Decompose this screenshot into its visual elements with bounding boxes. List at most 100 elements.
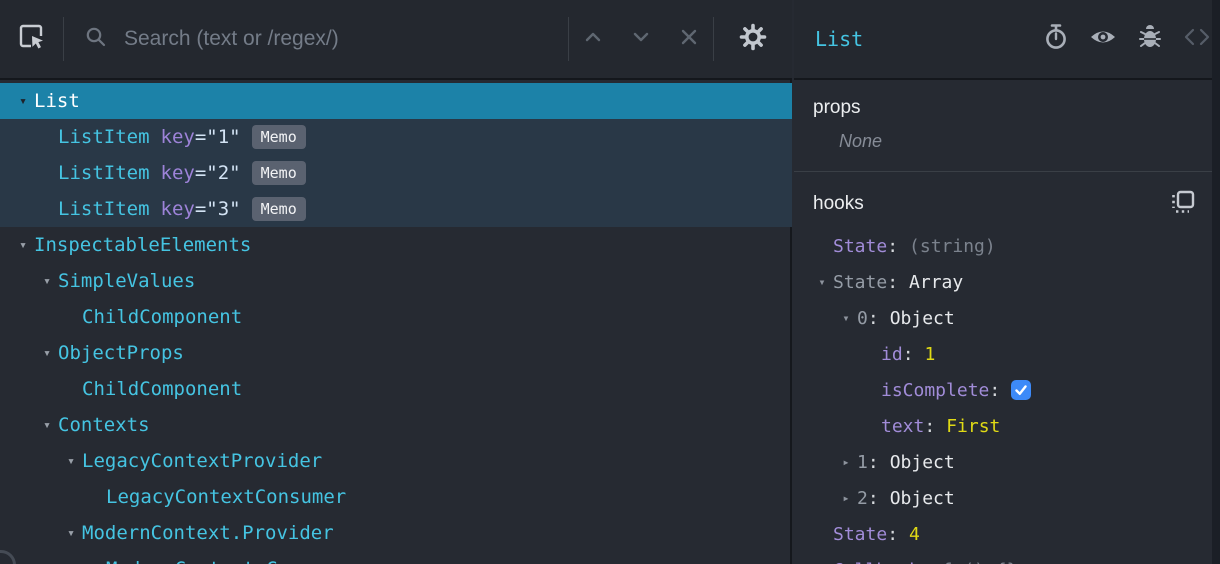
load-hook-names-button[interactable] — [1166, 187, 1200, 221]
caret-down-icon[interactable]: ▾ — [794, 275, 833, 289]
caret-right-icon[interactable]: ▸ — [818, 455, 857, 469]
tree-row-simplevalues[interactable]: ▾ SimpleValues — [0, 263, 792, 299]
tree-row-listitem[interactable]: ▾ ListItem key="2" Memo — [0, 155, 792, 191]
search-input[interactable] — [122, 26, 482, 52]
key-attribute-name: key — [160, 126, 195, 148]
caret-down-icon[interactable]: ▾ — [0, 238, 34, 253]
hook-name: State — [833, 235, 888, 257]
key-attribute-value: ="2" — [194, 162, 241, 184]
memo-badge: Memo — [251, 197, 306, 221]
bug-icon — [1136, 23, 1164, 56]
hook-row-item-0[interactable]: ▾ 0: Object — [794, 300, 1212, 336]
close-icon — [678, 26, 700, 53]
tree-row-moderncontextconsumer[interactable]: ▾ ModernContext.Consumer — [0, 551, 792, 564]
components-tree-pane: ▾ List ▾ ListItem key="1" Memo ▾ ListIte… — [0, 0, 792, 564]
tree-row-legacycontextprovider[interactable]: ▾ LegacyContextProvider — [0, 443, 792, 479]
hook-row-item-1[interactable]: ▸ 1: Object — [794, 444, 1212, 480]
search-box — [64, 0, 568, 79]
debug-button[interactable] — [1126, 0, 1173, 79]
props-section: props None — [794, 82, 1212, 172]
search-icon — [84, 25, 108, 54]
key-attribute-name: key — [160, 162, 195, 184]
tree-row-list[interactable]: ▾ List — [0, 83, 792, 119]
settings-button[interactable] — [714, 0, 792, 79]
caret-down-icon[interactable]: ▾ — [24, 346, 58, 361]
parse-hooks-icon — [1170, 189, 1196, 220]
profiler-button[interactable] — [1032, 0, 1079, 79]
hook-row-id[interactable]: ▾ id: 1 — [794, 336, 1212, 372]
component-name: ModernContext.Consumer — [106, 558, 358, 564]
caret-down-icon[interactable]: ▾ — [0, 94, 34, 109]
hook-name: State — [833, 523, 888, 545]
stopwatch-icon — [1042, 23, 1070, 56]
hook-value: Object — [889, 487, 955, 509]
caret-right-icon[interactable]: ▸ — [818, 491, 857, 505]
chevron-up-icon — [582, 26, 604, 53]
tree-row-moderncontextprovider[interactable]: ▾ ModernContext.Provider — [0, 515, 792, 551]
tree-row-listitem[interactable]: ▾ ListItem key="3" Memo — [0, 191, 792, 227]
hook-value: First — [946, 415, 1001, 437]
caret-down-icon[interactable]: ▾ — [818, 311, 857, 325]
right-pane-scrollbar[interactable] — [1212, 0, 1220, 564]
hook-row-state-string[interactable]: ▾ State: (string) — [794, 228, 1212, 264]
tree-row-childcomponent[interactable]: ▾ ChildComponent — [0, 371, 792, 407]
code-brackets-icon — [1182, 24, 1212, 55]
tree-row-listitem[interactable]: ▾ ListItem key="1" Memo — [0, 119, 792, 155]
inspect-dom-button[interactable] — [1079, 0, 1126, 79]
tree-row-contexts[interactable]: ▾ Contexts — [0, 407, 792, 443]
component-name: InspectableElements — [34, 234, 252, 256]
component-name: List — [34, 90, 80, 112]
caret-down-icon[interactable]: ▾ — [24, 418, 58, 433]
hooks-section-title: hooks — [813, 193, 864, 214]
component-name: SimpleValues — [58, 270, 196, 292]
hook-value: Array — [909, 271, 964, 293]
key-attribute-value: ="3" — [194, 198, 241, 220]
tree-row-childcomponent[interactable]: ▾ ChildComponent — [0, 299, 792, 335]
tree-row-legacycontextconsumer[interactable]: ▾ LegacyContextConsumer — [0, 479, 792, 515]
component-name: ChildComponent — [82, 306, 243, 328]
inspect-element-button[interactable] — [0, 0, 63, 79]
previous-result-button[interactable] — [569, 0, 617, 79]
component-tree: ▾ List ▾ ListItem key="1" Memo ▾ ListIte… — [0, 82, 792, 564]
hook-row-callback[interactable]: ▾ Callback: ƒ () {} — [794, 552, 1212, 564]
inspect-cursor-icon — [17, 22, 47, 57]
caret-down-icon[interactable]: ▾ — [48, 526, 82, 541]
hook-name: 1 — [857, 451, 868, 473]
hook-name: State — [833, 271, 888, 293]
key-attribute-name: key — [160, 198, 195, 220]
gear-icon — [738, 22, 768, 57]
iscomplete-checkbox[interactable] — [1011, 380, 1032, 400]
caret-down-icon[interactable]: ▾ — [48, 454, 82, 469]
hook-row-text[interactable]: ▾ text: First — [794, 408, 1212, 444]
selected-component-name: List — [815, 27, 864, 51]
clear-search-button[interactable] — [665, 0, 713, 79]
component-name: ObjectProps — [58, 342, 184, 364]
component-name: LegacyContextProvider — [82, 450, 323, 472]
hook-name: isComplete — [881, 379, 990, 401]
hooks-tree: ▾ State: (string) ▾ State: Array ▾ 0: Ob… — [794, 228, 1212, 564]
hook-value: Object — [889, 451, 955, 473]
component-name: ModernContext.Provider — [82, 522, 334, 544]
hook-value: 1 — [924, 343, 936, 365]
hook-name: Callback — [833, 560, 920, 564]
hook-row-state-number[interactable]: ▾ State: 4 — [794, 516, 1212, 552]
hook-row-iscomplete[interactable]: ▾ isComplete: — [794, 372, 1212, 408]
props-empty-value: None — [839, 131, 883, 151]
hook-value: Object — [889, 307, 955, 329]
tree-row-objectprops[interactable]: ▾ ObjectProps — [0, 335, 792, 371]
tree-row-inspectableelements[interactable]: ▾ InspectableElements — [0, 227, 792, 263]
hooks-section: hooks ▾ State: (string) ▾ — [794, 173, 1212, 564]
hook-name: 2 — [857, 487, 868, 509]
hook-row-state-array[interactable]: ▾ State: Array — [794, 264, 1212, 300]
hook-row-item-2[interactable]: ▸ 2: Object — [794, 480, 1212, 516]
eye-icon — [1089, 23, 1117, 56]
props-section-title: props — [813, 97, 861, 118]
next-result-button[interactable] — [617, 0, 665, 79]
hook-name: text — [881, 415, 925, 437]
hook-value: 4 — [909, 523, 920, 545]
hook-name: 0 — [857, 307, 868, 329]
hook-value: ƒ () {} — [942, 560, 1018, 564]
tree-toolbar — [0, 0, 792, 80]
component-name: ListItem — [58, 126, 150, 148]
caret-down-icon[interactable]: ▾ — [24, 274, 58, 289]
